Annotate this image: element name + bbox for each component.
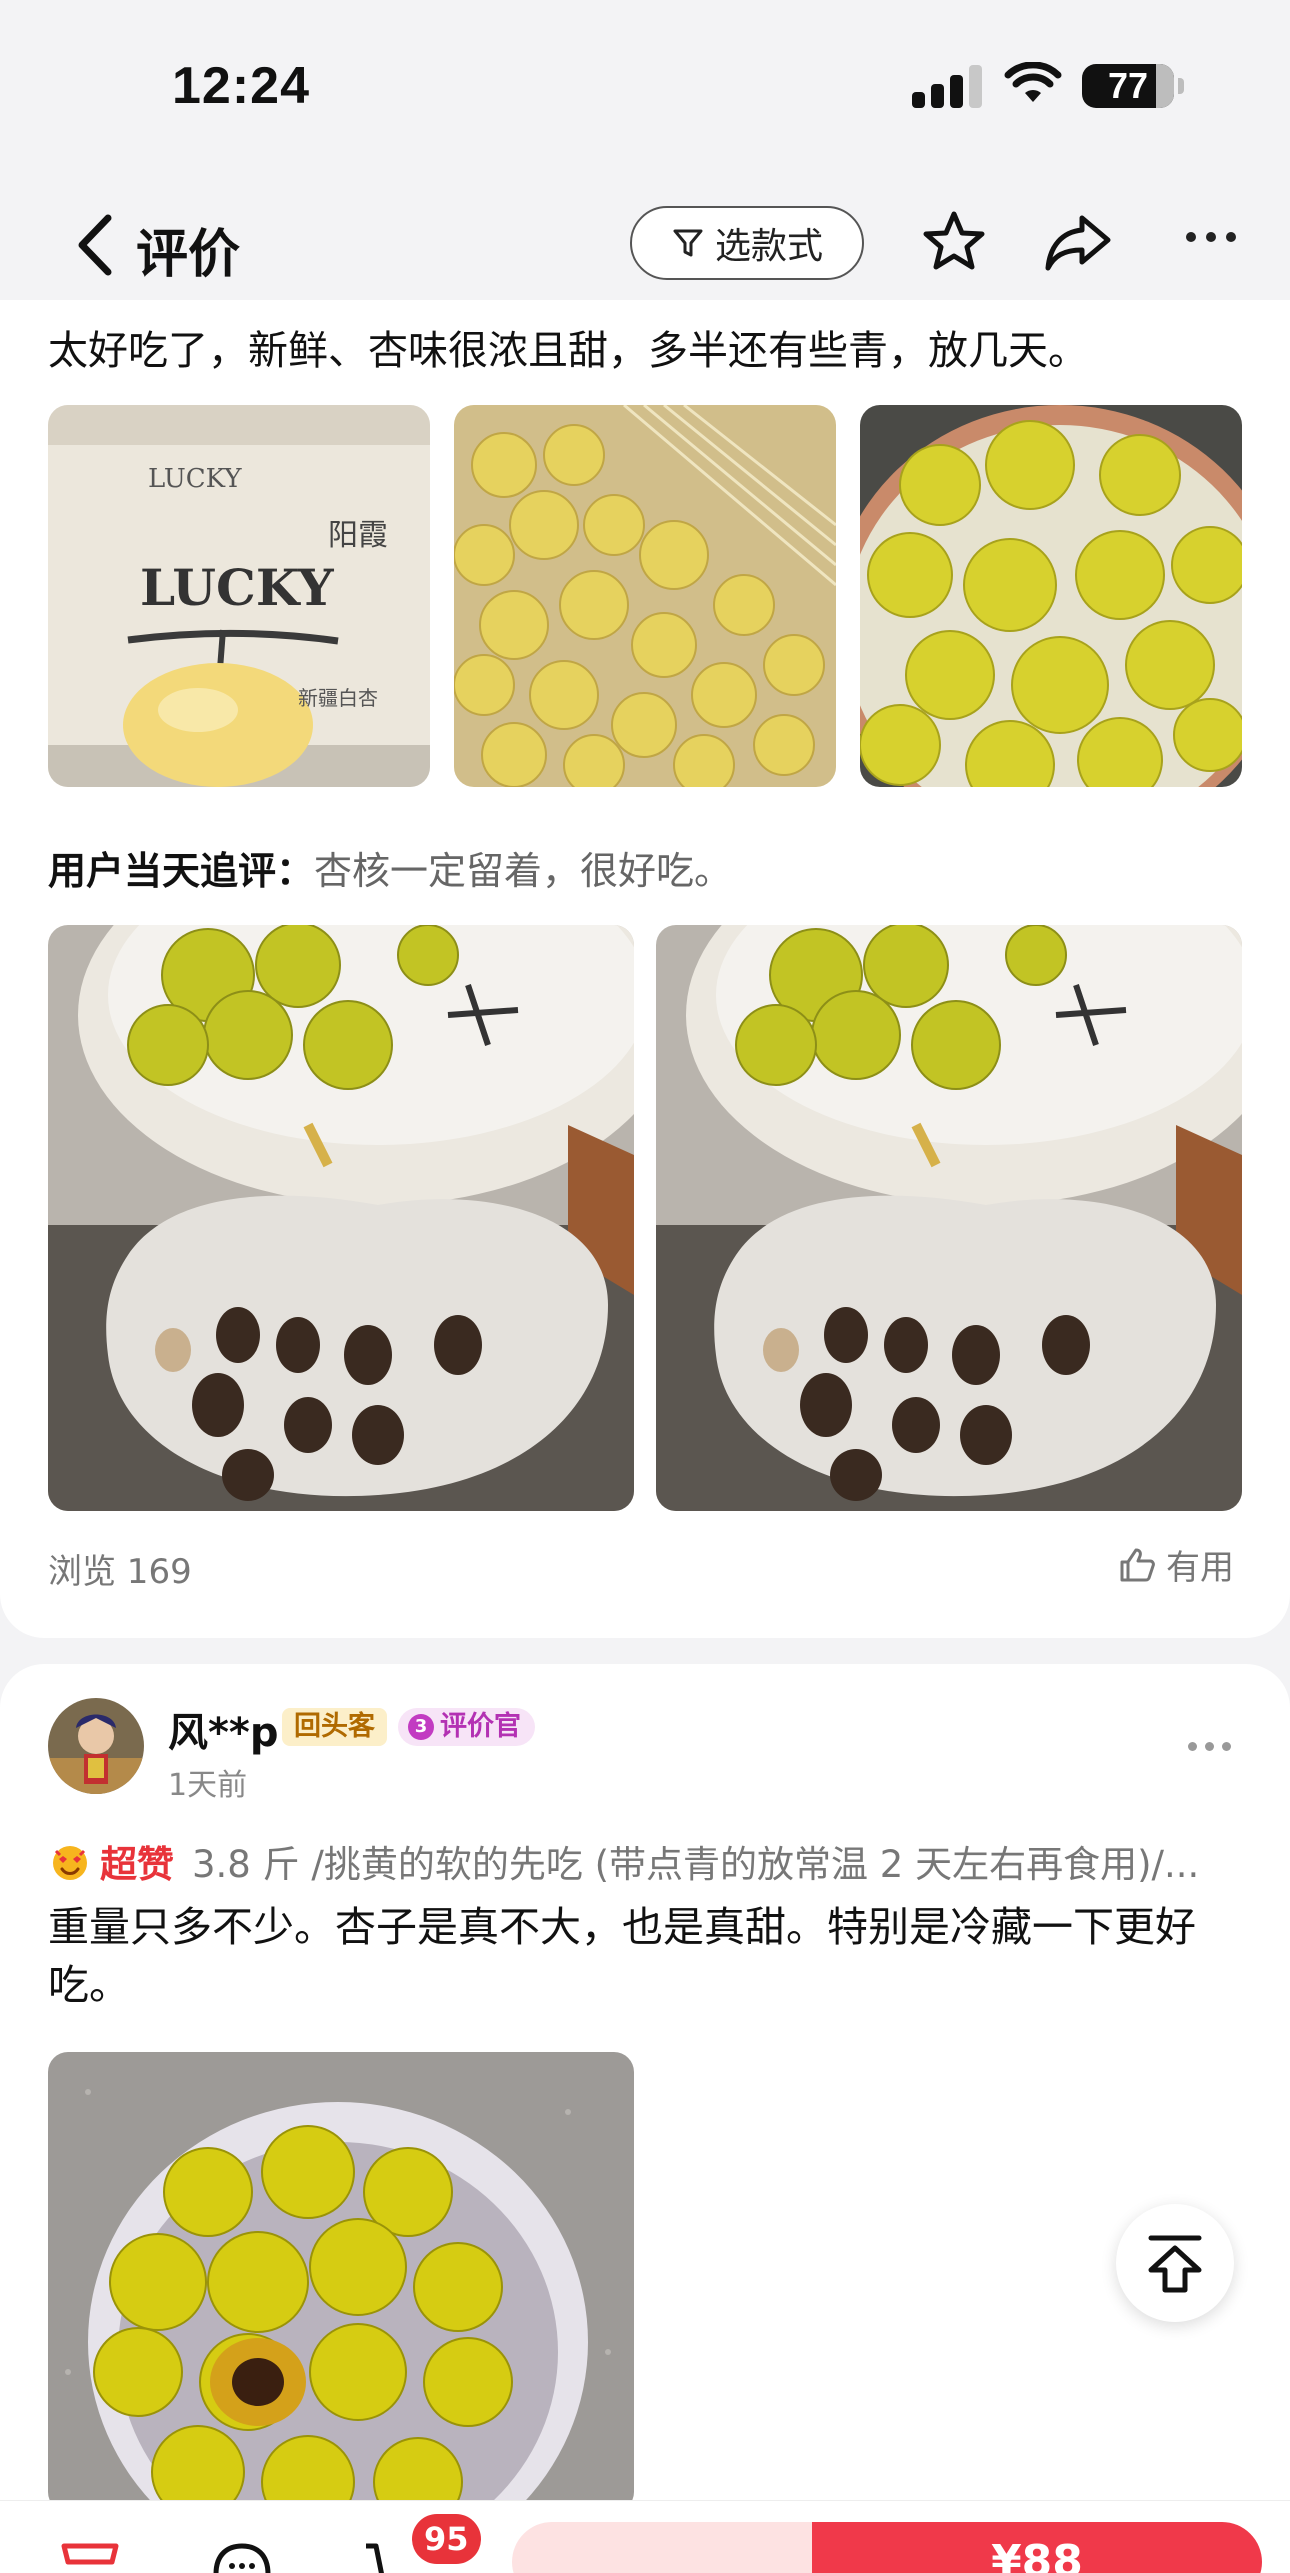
reviewer-name: 风**p <box>168 1710 279 1756</box>
review-text: 太好吃了，新鲜、杏味很浓且甜，多半还有些青，放几天。 <box>48 328 1088 374</box>
reviewer-level-badge: 3 评价官 <box>398 1708 535 1746</box>
favorite-star-icon[interactable] <box>920 208 988 276</box>
reviewer-level-number: 3 <box>408 1714 434 1740</box>
filter-style-button[interactable]: 选款式 <box>630 206 864 280</box>
status-time: 12:24 <box>172 57 310 115</box>
followup-photo-1[interactable] <box>48 925 634 1511</box>
battery-icon: 77 <box>1082 64 1184 108</box>
useful-label: 有用 <box>1166 1548 1234 1588</box>
wifi-icon <box>1004 62 1062 102</box>
back-chevron-icon[interactable] <box>70 210 120 280</box>
box-brand-text: 阳霞 <box>328 518 388 553</box>
reviewer-level-label: 评价官 <box>440 1711 521 1742</box>
review-text: 重量只多不少。杏子是真不大，也是真甜。特别是冷藏一下更好吃。 <box>48 1903 1196 2009</box>
cellular-signal-icon <box>912 64 982 108</box>
buy-now-button[interactable]: ¥88 <box>812 2522 1262 2573</box>
review-photo-apricot-bowl[interactable] <box>860 405 1242 787</box>
battery-level: 77 <box>1107 65 1149 106</box>
avatar[interactable] <box>48 1698 144 1794</box>
funnel-icon <box>673 229 703 257</box>
box-logo-text: LUCKY <box>140 558 335 617</box>
add-to-cart-button[interactable] <box>512 2522 812 2573</box>
cart-count-badge: 95 <box>412 2514 481 2564</box>
followup-text: 杏核一定留着，很好吃。 <box>314 849 733 893</box>
rating-level: 超赞 <box>100 1843 174 1886</box>
more-options-icon[interactable] <box>1186 232 1236 242</box>
followup-photo-2[interactable] <box>656 925 1242 1511</box>
star-face-icon <box>53 1846 87 1880</box>
review-photo-apricot-box[interactable]: LUCKY 阳霞 LUCKY 新疆白杏 <box>48 405 430 787</box>
back-to-top-button[interactable] <box>1116 2204 1234 2322</box>
rating-row: 超赞 3.8 斤 /挑黄的软的先吃 (带点青的放常温 2 天左右再食用)/... <box>48 1834 1248 1888</box>
shop-icon[interactable] <box>58 2540 122 2573</box>
review-more-icon[interactable] <box>1188 1742 1231 1751</box>
followup-review: 用户当天追评：杏核一定留着，很好吃。 <box>48 840 732 895</box>
share-icon[interactable] <box>1042 212 1114 272</box>
customer-service-icon[interactable] <box>210 2540 274 2573</box>
returning-customer-badge: 回头客 <box>282 1708 387 1746</box>
box-product-text: 新疆白杏 <box>298 686 378 710</box>
followup-label: 用户当天追评： <box>48 849 315 893</box>
filter-style-label: 选款式 <box>714 226 823 267</box>
thumbs-up-icon <box>1120 1548 1155 1581</box>
review-photo-apricot-bag[interactable] <box>454 405 836 787</box>
box-logo-small: LUCKY <box>148 464 242 494</box>
page-title: 评价 <box>136 225 241 285</box>
purchased-spec: 3.8 斤 /挑黄的软的先吃 (带点青的放常温 2 天左右再食用)/... <box>192 1843 1200 1886</box>
useful-button[interactable]: 有用 <box>1118 1540 1234 1589</box>
review-photo-apricot-container[interactable] <box>48 2052 634 2512</box>
view-count: 浏览 169 <box>48 1552 192 1592</box>
post-time: 1天前 <box>168 1768 248 1803</box>
arrow-up-icon <box>1148 2235 1202 2293</box>
